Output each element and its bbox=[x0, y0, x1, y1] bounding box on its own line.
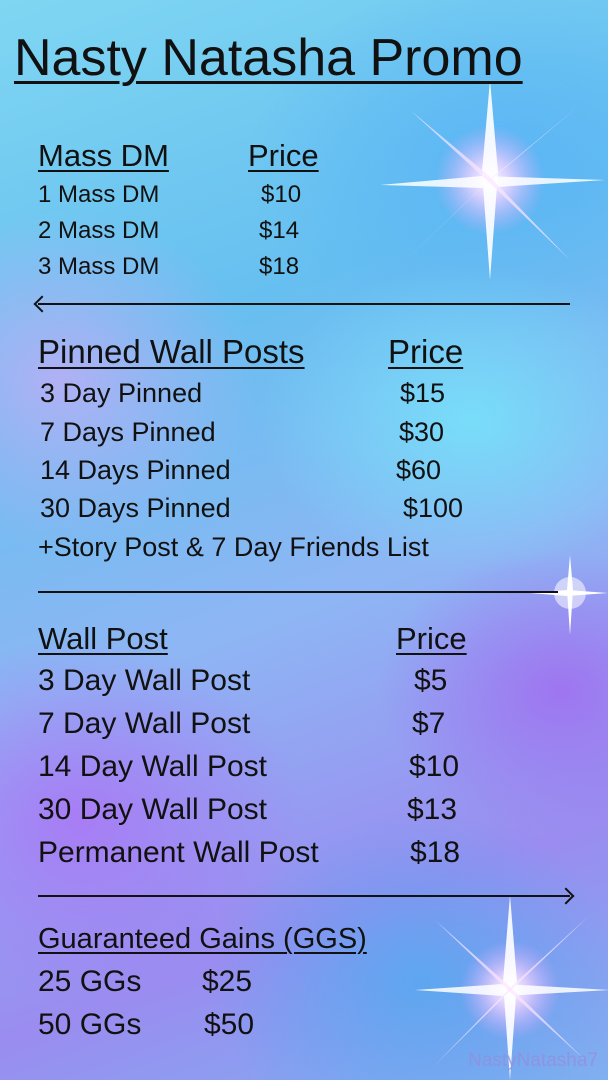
sparkle-icon bbox=[380, 80, 605, 280]
price: $15 bbox=[400, 378, 446, 408]
price: $14 bbox=[259, 217, 300, 244]
list-item: 50 GGs bbox=[38, 1008, 142, 1041]
watermark: NastyNatasha7 bbox=[468, 1050, 598, 1071]
wall-header: Wall Post bbox=[38, 621, 168, 656]
price: $7 bbox=[412, 707, 446, 740]
mass-dm-header: Mass DM bbox=[38, 138, 169, 173]
pinned-header: Pinned Wall Posts bbox=[38, 333, 305, 370]
price: $25 bbox=[202, 965, 253, 998]
pinned-note: +Story Post & 7 Day Friends List bbox=[38, 532, 429, 562]
gains-header: Guaranteed Gains (GGS) bbox=[38, 923, 367, 955]
list-item: 1 Mass DM bbox=[38, 181, 160, 208]
list-item: 30 Days Pinned bbox=[40, 493, 231, 523]
list-item: 14 Day Wall Post bbox=[38, 750, 267, 783]
list-item: 7 Day Wall Post bbox=[38, 707, 251, 740]
price: $13 bbox=[407, 793, 458, 826]
pinned-price-header: Price bbox=[388, 333, 464, 370]
price: $5 bbox=[414, 664, 448, 697]
price: $100 bbox=[403, 493, 464, 523]
list-item: 3 Day Wall Post bbox=[38, 664, 251, 697]
divider bbox=[38, 591, 558, 593]
price: $50 bbox=[204, 1008, 255, 1041]
list-item: 7 Days Pinned bbox=[40, 417, 216, 447]
price: $18 bbox=[410, 836, 461, 869]
divider-arrow bbox=[38, 303, 570, 305]
sparkle-icon bbox=[530, 555, 608, 635]
page-title: Nasty Natasha Promo bbox=[14, 29, 523, 87]
list-item: Permanent Wall Post bbox=[38, 836, 319, 869]
list-item: 3 Day Pinned bbox=[40, 378, 203, 408]
wall-price-header: Price bbox=[396, 621, 467, 656]
price: $30 bbox=[399, 417, 445, 447]
list-item: 14 Days Pinned bbox=[40, 455, 231, 485]
divider-arrow bbox=[38, 895, 570, 897]
price: $18 bbox=[259, 253, 300, 280]
list-item: 2 Mass DM bbox=[38, 217, 160, 244]
list-item: 25 GGs bbox=[38, 965, 142, 998]
mass-dm-price-header: Price bbox=[248, 138, 319, 173]
price: $10 bbox=[261, 181, 302, 208]
list-item: 3 Mass DM bbox=[38, 253, 160, 280]
price: $60 bbox=[396, 455, 442, 485]
list-item: 30 Day Wall Post bbox=[38, 793, 267, 826]
price: $10 bbox=[409, 750, 460, 783]
